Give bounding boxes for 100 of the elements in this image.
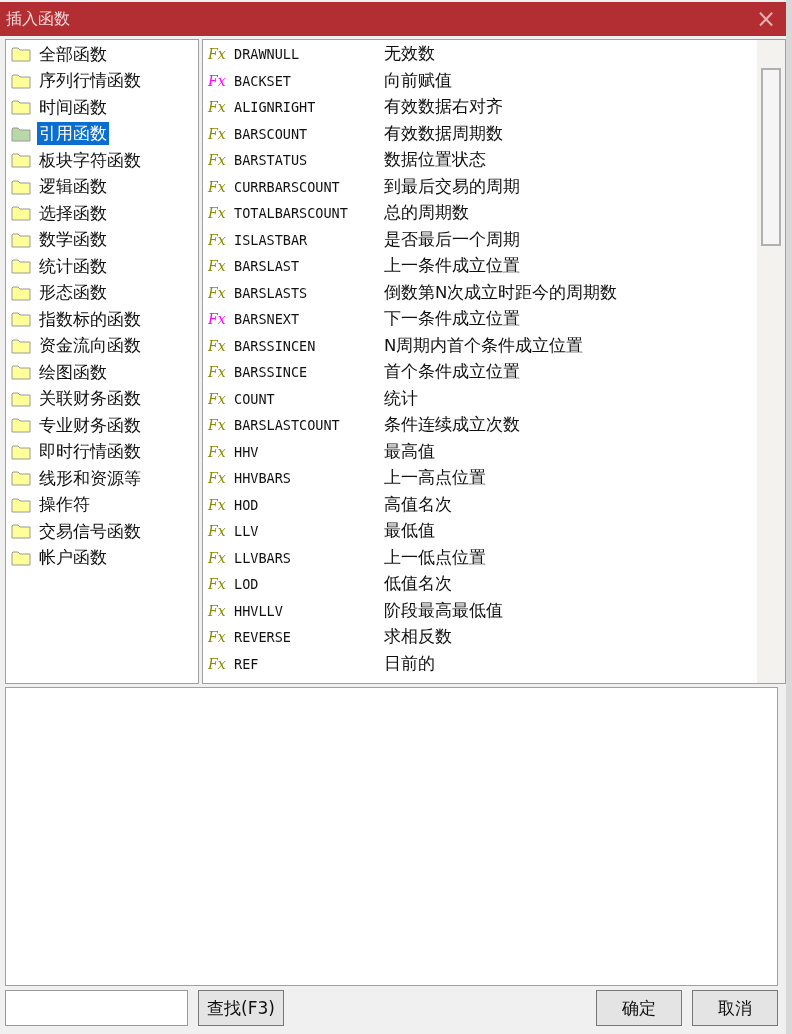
folder-icon — [11, 152, 31, 169]
function-icon: Fx — [208, 443, 234, 460]
function-description: 低值名次 — [384, 573, 452, 596]
function-name[interactable]: ALIGNRIGHT — [234, 99, 384, 116]
scrollbar[interactable] — [757, 40, 785, 683]
category-item[interactable]: 绘图函数 — [37, 360, 109, 384]
category-item[interactable]: 即时行情函数 — [37, 440, 143, 464]
function-description: 最高值 — [384, 440, 435, 463]
function-name[interactable]: COUNT — [234, 390, 384, 407]
category-item[interactable]: 时间函数 — [37, 95, 109, 119]
category-item[interactable]: 操作符 — [37, 493, 92, 517]
category-item[interactable]: 交易信号函数 — [37, 519, 143, 543]
folder-icon — [11, 284, 31, 301]
function-description: 上一高点位置 — [384, 467, 486, 490]
function-icon: Fx — [208, 655, 234, 672]
function-icon: Fx — [208, 46, 234, 63]
function-name[interactable]: LLV — [234, 523, 384, 540]
category-item[interactable]: 线形和资源等 — [37, 466, 143, 490]
function-description: 有效数据右对齐 — [384, 96, 503, 119]
cancel-button[interactable]: 取消 — [692, 990, 778, 1026]
folder-icon — [11, 99, 31, 116]
function-name[interactable]: ISLASTBAR — [234, 231, 384, 248]
function-name[interactable]: HHV — [234, 443, 384, 460]
function-icon: Fx — [208, 125, 234, 142]
function-icon: Fx — [208, 629, 234, 646]
function-icon: Fx — [208, 311, 234, 328]
function-name[interactable]: BARSCOUNT — [234, 125, 384, 142]
function-name[interactable]: LLVBARS — [234, 549, 384, 566]
folder-icon — [11, 523, 31, 540]
folder-icon — [11, 364, 31, 381]
function-description: 下一条件成立位置 — [384, 308, 520, 331]
function-icon: Fx — [208, 549, 234, 566]
function-description: 上一低点位置 — [384, 546, 486, 569]
category-item[interactable]: 序列行情函数 — [37, 69, 143, 93]
folder-icon — [11, 390, 31, 407]
function-icon: Fx — [208, 284, 234, 301]
function-name[interactable]: BACKSET — [234, 72, 384, 89]
folder-icon — [11, 496, 31, 513]
function-name[interactable]: HOD — [234, 496, 384, 513]
function-description: 到最后交易的周期 — [384, 175, 520, 198]
function-description: 最低值 — [384, 520, 435, 543]
function-name[interactable]: DRAWNULL — [234, 46, 384, 63]
function-description: 倒数第N次成立时距今的周期数 — [384, 281, 618, 304]
function-icon: Fx — [208, 178, 234, 195]
function-description: 日前的 — [384, 652, 435, 675]
function-description: 是否最后一个周期 — [384, 228, 520, 251]
category-item[interactable]: 全部函数 — [37, 42, 109, 66]
folder-icon — [11, 178, 31, 195]
function-name[interactable]: BARSSINCE — [234, 364, 384, 381]
function-icon: Fx — [208, 99, 234, 116]
find-button[interactable]: 查找(F3) — [198, 990, 284, 1026]
function-name[interactable]: TOTALBARSCOUNT — [234, 205, 384, 222]
folder-icon — [11, 549, 31, 566]
category-item[interactable]: 专业财务函数 — [37, 413, 143, 437]
function-description: 总的周期数 — [384, 202, 469, 225]
category-item[interactable]: 形态函数 — [37, 281, 109, 305]
folder-icon — [11, 258, 31, 275]
function-icon: Fx — [208, 205, 234, 222]
function-icon: Fx — [208, 576, 234, 593]
function-description: 向前赋值 — [384, 69, 452, 92]
window-title: 插入函数 — [6, 8, 70, 30]
scrollbar-thumb[interactable] — [761, 68, 781, 246]
function-name[interactable]: BARSSINCEN — [234, 337, 384, 354]
category-item[interactable]: 逻辑函数 — [37, 175, 109, 199]
function-name[interactable]: CURRBARSCOUNT — [234, 178, 384, 195]
function-description: 阶段最高最低值 — [384, 599, 503, 622]
function-name[interactable]: BARSLASTS — [234, 284, 384, 301]
category-item[interactable]: 指数标的函数 — [37, 307, 143, 331]
function-name[interactable]: BARSLAST — [234, 258, 384, 275]
folder-icon — [11, 231, 31, 248]
function-icon: Fx — [208, 496, 234, 513]
function-name[interactable]: BARSTATUS — [234, 152, 384, 169]
function-name[interactable]: HHVBARS — [234, 470, 384, 487]
search-field[interactable] — [5, 990, 188, 1026]
function-icon: Fx — [208, 231, 234, 248]
function-name[interactable]: BARSNEXT — [234, 311, 384, 328]
function-name[interactable]: REF — [234, 655, 384, 672]
category-item[interactable]: 选择函数 — [37, 201, 109, 225]
function-icon: Fx — [208, 337, 234, 354]
function-description: 数据位置状态 — [384, 149, 486, 172]
folder-icon — [11, 72, 31, 89]
function-icon: Fx — [208, 470, 234, 487]
category-item[interactable]: 引用函数 — [37, 122, 109, 146]
function-name[interactable]: REVERSE — [234, 629, 384, 646]
folder-icon — [11, 417, 31, 434]
ok-button[interactable]: 确定 — [596, 990, 682, 1026]
folder-icon — [11, 443, 31, 460]
category-item[interactable]: 统计函数 — [37, 254, 109, 278]
function-name[interactable]: BARSLASTCOUNT — [234, 417, 384, 434]
category-item[interactable]: 数学函数 — [37, 228, 109, 252]
category-item[interactable]: 板块字符函数 — [37, 148, 143, 172]
function-name[interactable]: LOD — [234, 576, 384, 593]
category-item[interactable]: 帐户函数 — [37, 546, 109, 570]
category-item[interactable]: 资金流向函数 — [37, 334, 143, 358]
function-description: 求相反数 — [384, 626, 452, 649]
category-item[interactable]: 关联财务函数 — [37, 387, 143, 411]
folder-icon — [11, 205, 31, 222]
function-name[interactable]: HHVLLV — [234, 602, 384, 619]
function-description: 无效数 — [384, 43, 435, 66]
function-icon: Fx — [208, 72, 234, 89]
